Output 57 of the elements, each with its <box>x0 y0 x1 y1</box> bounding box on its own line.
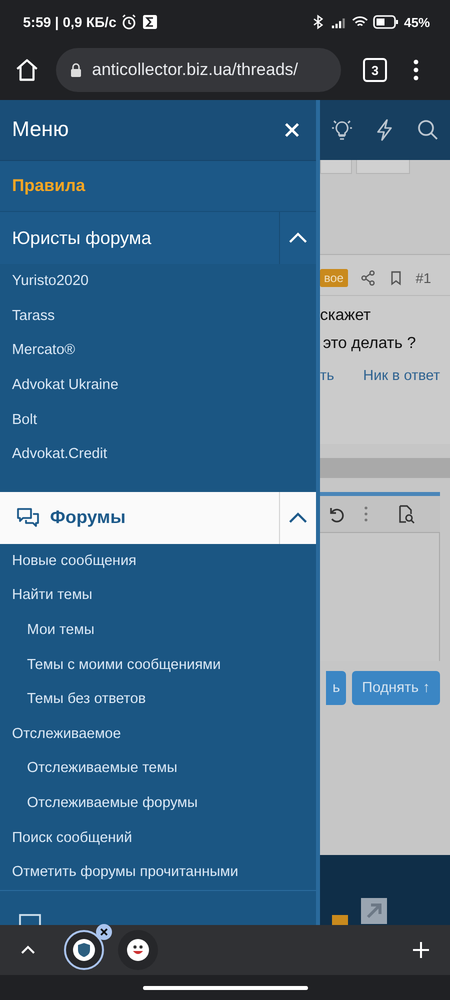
lock-icon <box>70 63 82 77</box>
close-icon[interactable] <box>284 122 300 138</box>
status-time: 5:59 | 0,9 КБ/с <box>23 14 116 30</box>
search-icon[interactable] <box>416 118 440 142</box>
lightbulb-icon[interactable] <box>330 118 354 142</box>
shield-favicon-icon <box>72 938 96 962</box>
post-number[interactable]: #1 <box>416 270 432 286</box>
new-badge: вое <box>320 269 348 287</box>
footer-tag <box>332 915 348 925</box>
alarm-clock-icon <box>121 14 138 30</box>
gesture-handle[interactable] <box>142 986 308 990</box>
battery-icon <box>372 15 399 29</box>
submenu-item[interactable]: Темы с моими сообщениями <box>0 647 316 682</box>
section-title: Форумы <box>50 507 127 528</box>
section-title: Юристы форума <box>12 228 152 248</box>
post-text: скажет <box>320 306 372 326</box>
menu-item[interactable]: Bolt <box>0 402 316 437</box>
post-link[interactable]: ть <box>320 368 334 384</box>
more-options-icon[interactable] <box>413 59 419 81</box>
submenu-item[interactable]: Отслеживаемые темы <box>0 751 316 786</box>
submenu-item[interactable]: Темы без ответов <box>0 682 316 717</box>
menu-title: Меню <box>12 118 70 142</box>
rules-link[interactable]: Правила <box>0 161 316 212</box>
submenu-item[interactable]: Отслеживаемые форумы <box>0 786 316 820</box>
close-icon[interactable] <box>96 924 112 940</box>
chevron-icon <box>288 232 308 244</box>
menu-item[interactable]: Yuristo2020 <box>0 264 316 299</box>
menu-item[interactable]: Найти темы <box>0 578 316 613</box>
plus-icon[interactable] <box>412 941 430 959</box>
home-icon[interactable] <box>14 57 40 83</box>
menu-item[interactable]: Отслеживаемое <box>0 716 316 752</box>
tab-thumbnail[interactable] <box>118 930 158 970</box>
menu-item[interactable]: Mercato® <box>0 333 316 368</box>
submenu-item[interactable]: Мои темы <box>0 612 316 648</box>
chat-bubbles-icon <box>16 506 40 529</box>
share-icon[interactable] <box>360 270 376 286</box>
more-dots-icon[interactable] <box>364 506 368 522</box>
menu-item[interactable]: Поиск сообщений <box>0 820 316 855</box>
address-bar[interactable]: anticollector.biz.ua/threads/ <box>56 48 341 92</box>
menu-item[interactable]: Advokat Ukraine <box>0 368 316 402</box>
menu-section-header[interactable]: Форумы <box>0 492 316 544</box>
battery-percent: 45% <box>404 14 430 30</box>
tab-count-button[interactable]: 3 <box>363 58 387 82</box>
tab-thumbnail[interactable] <box>64 930 104 970</box>
chevron-icon <box>288 512 308 524</box>
menu-item[interactable]: Новые сообщения <box>0 544 316 578</box>
menu-item[interactable]: Отметить форумы прочитанными <box>0 854 316 890</box>
menu-item[interactable]: Advokat.Credit <box>0 436 316 472</box>
smiley-favicon-icon <box>126 938 150 962</box>
post-text: это делать ? <box>322 334 417 354</box>
url-text: anticollector.biz.ua/threads/ <box>92 60 298 80</box>
chevron-up-icon[interactable] <box>20 945 36 955</box>
action-button[interactable]: Поднять ↑ <box>352 671 440 705</box>
menu-section-header[interactable]: Юристы форума <box>0 212 316 264</box>
sigma-icon <box>142 14 158 30</box>
menu-item[interactable]: Tarass <box>0 298 316 334</box>
post-link[interactable]: Ник в ответ <box>363 368 440 384</box>
